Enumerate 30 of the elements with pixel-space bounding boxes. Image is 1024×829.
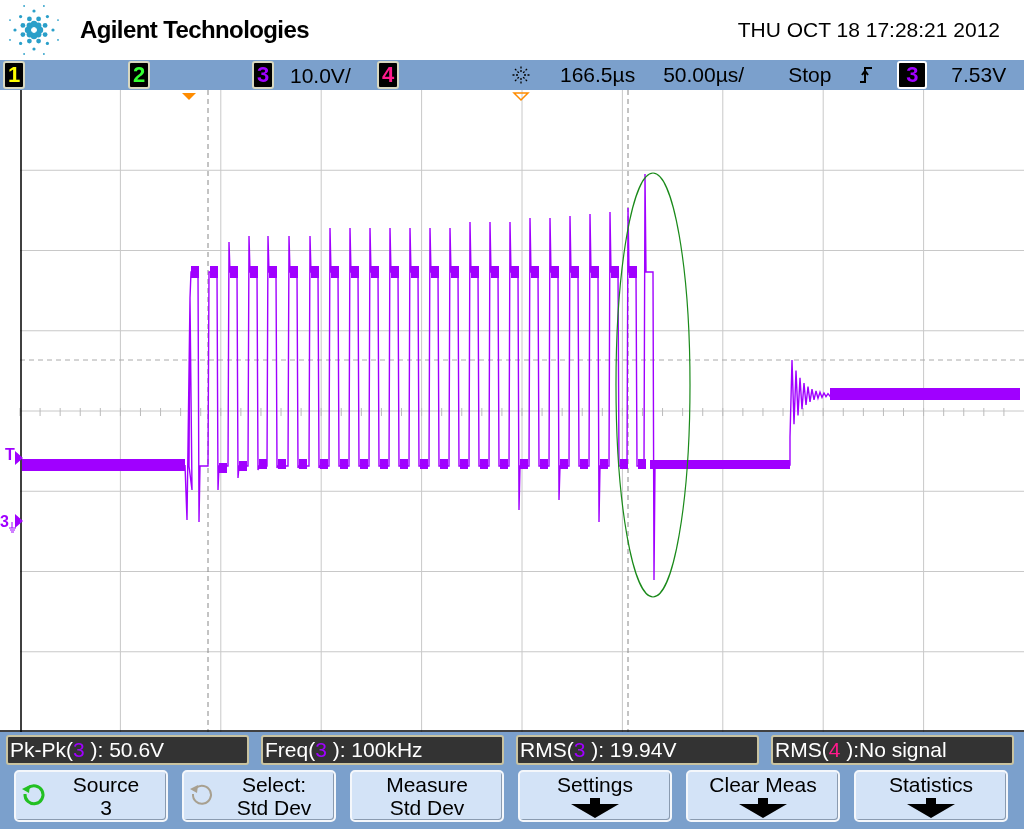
trigger-level: 7.53V	[951, 62, 1007, 89]
trigger-position-marker	[182, 93, 196, 100]
channel-number[interactable]: 1	[3, 61, 25, 89]
measurement-readout: RMS(4 ):No signal	[771, 735, 1014, 765]
vertical-scale: 10.0V/	[290, 64, 351, 86]
time-scale: 50.00µs/	[663, 62, 745, 89]
softkey-button[interactable]: Statistics	[854, 770, 1008, 822]
timebase-icon	[510, 64, 532, 86]
measurement-readout: Pk-Pk(3 ): 50.6V	[6, 735, 249, 765]
channel-number[interactable]: 4	[377, 61, 399, 89]
down-arrow-icon	[571, 798, 619, 818]
delay-marker	[512, 92, 530, 102]
softkey-button[interactable]: Clear Meas	[686, 770, 840, 822]
measurement-readout: Freq(3 ): 100kHz	[261, 735, 504, 765]
softkey-button[interactable]: Settings	[518, 770, 672, 822]
softkey-button[interactable]: Select: Std Dev	[182, 770, 336, 822]
time-delay: 166.5µs	[560, 62, 636, 89]
starburst-logo-icon	[6, 4, 62, 56]
softkey-button[interactable]: Source 3	[14, 770, 168, 822]
date-time: THU OCT 18 17:28:21 2012	[737, 17, 1000, 44]
rising-edge-icon	[859, 65, 874, 85]
channel-number[interactable]: 3	[252, 61, 274, 89]
trigger-source[interactable]: 3	[897, 61, 928, 90]
brand-name: Agilent Technologies	[80, 15, 309, 45]
run-state: Stop	[788, 62, 832, 89]
measurement-readout: RMS(3 ): 19.94V	[516, 735, 759, 765]
down-arrow-icon	[739, 798, 787, 818]
softkey-button[interactable]: Measure Std Dev	[350, 770, 504, 822]
down-arrow-icon	[907, 798, 955, 818]
channel-number[interactable]: 2	[128, 61, 150, 89]
